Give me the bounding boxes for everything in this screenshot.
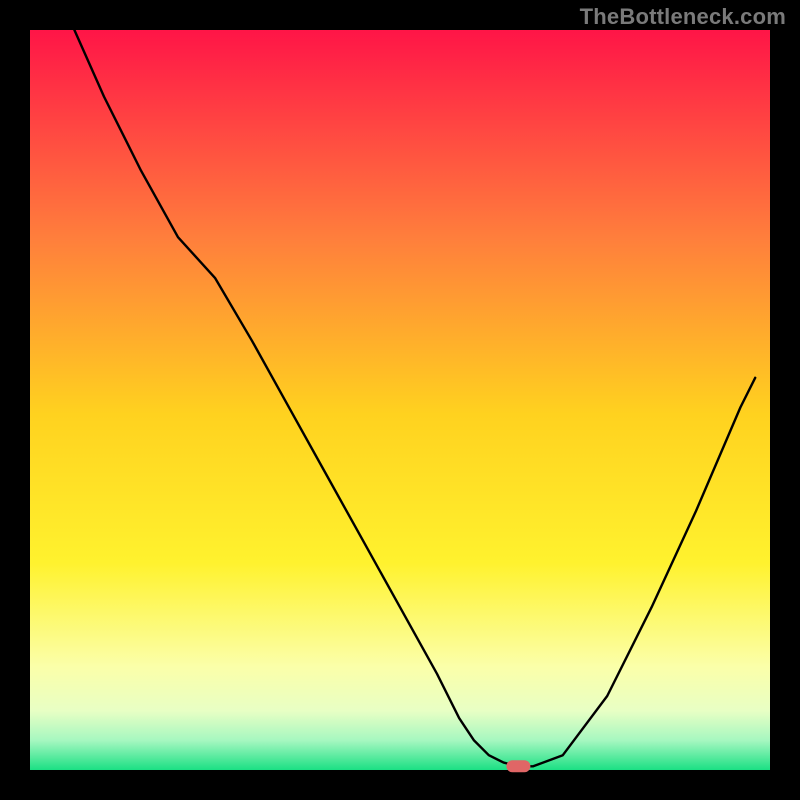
bottleneck-chart [0,0,800,800]
plot-background [30,30,770,770]
optimal-marker [506,760,530,772]
watermark-text: TheBottleneck.com [580,4,786,30]
chart-container: TheBottleneck.com [0,0,800,800]
